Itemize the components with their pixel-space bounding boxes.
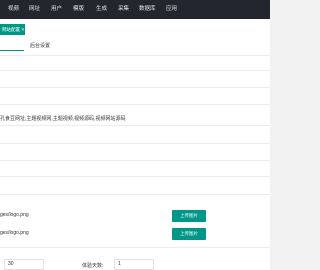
nav-item-generate[interactable]: 生成 — [96, 0, 107, 19]
close-icon[interactable]: ✕ — [21, 24, 25, 35]
keywords-field[interactable]: 孔食豆网址,主题视频网,主题视频,视频源码,视频网站源码 — [0, 115, 126, 122]
divider — [0, 247, 270, 248]
nav-item-url[interactable]: 网址 — [29, 0, 40, 19]
logo-path-field[interactable]: ges/logo.png — [0, 212, 29, 218]
divider — [0, 55, 270, 56]
trial-days-label: 体验天数: — [82, 263, 104, 269]
upload-image-button[interactable]: 上传图片 — [172, 210, 206, 222]
divider — [0, 143, 270, 144]
subtab-admin-settings[interactable]: 后台设置 — [30, 42, 50, 49]
divider — [0, 125, 270, 126]
tab-site-config[interactable]: 网站配置✕ — [0, 24, 25, 35]
nav-item-collect[interactable]: 采集 — [118, 0, 129, 19]
logo-path-field[interactable]: ges/logo.png — [0, 230, 29, 236]
divider — [0, 104, 270, 105]
nav-item-apps[interactable]: 应用 — [166, 0, 177, 19]
divider — [0, 160, 270, 161]
divider — [0, 87, 270, 88]
content-panel — [0, 19, 270, 270]
nav-item-users[interactable]: 用户 — [51, 0, 62, 19]
nav-item-templates[interactable]: 模版 — [73, 0, 84, 19]
trial-days-input[interactable]: 1 — [114, 259, 154, 270]
nav-item-database[interactable]: 数据库 — [139, 0, 156, 19]
nav-item-video[interactable]: 视频 — [8, 0, 19, 19]
top-nav-bar: 视频 网址 用户 模版 生成 采集 数据库 应用 — [0, 0, 270, 19]
divider — [0, 70, 270, 71]
divider — [0, 194, 270, 195]
divider — [0, 176, 270, 177]
tab-label: 网站配置 — [2, 27, 20, 32]
subtab-active-indicator — [0, 50, 24, 51]
page-size-input[interactable]: 30 — [4, 259, 44, 270]
upload-image-button[interactable]: 上传图片 — [172, 228, 206, 240]
